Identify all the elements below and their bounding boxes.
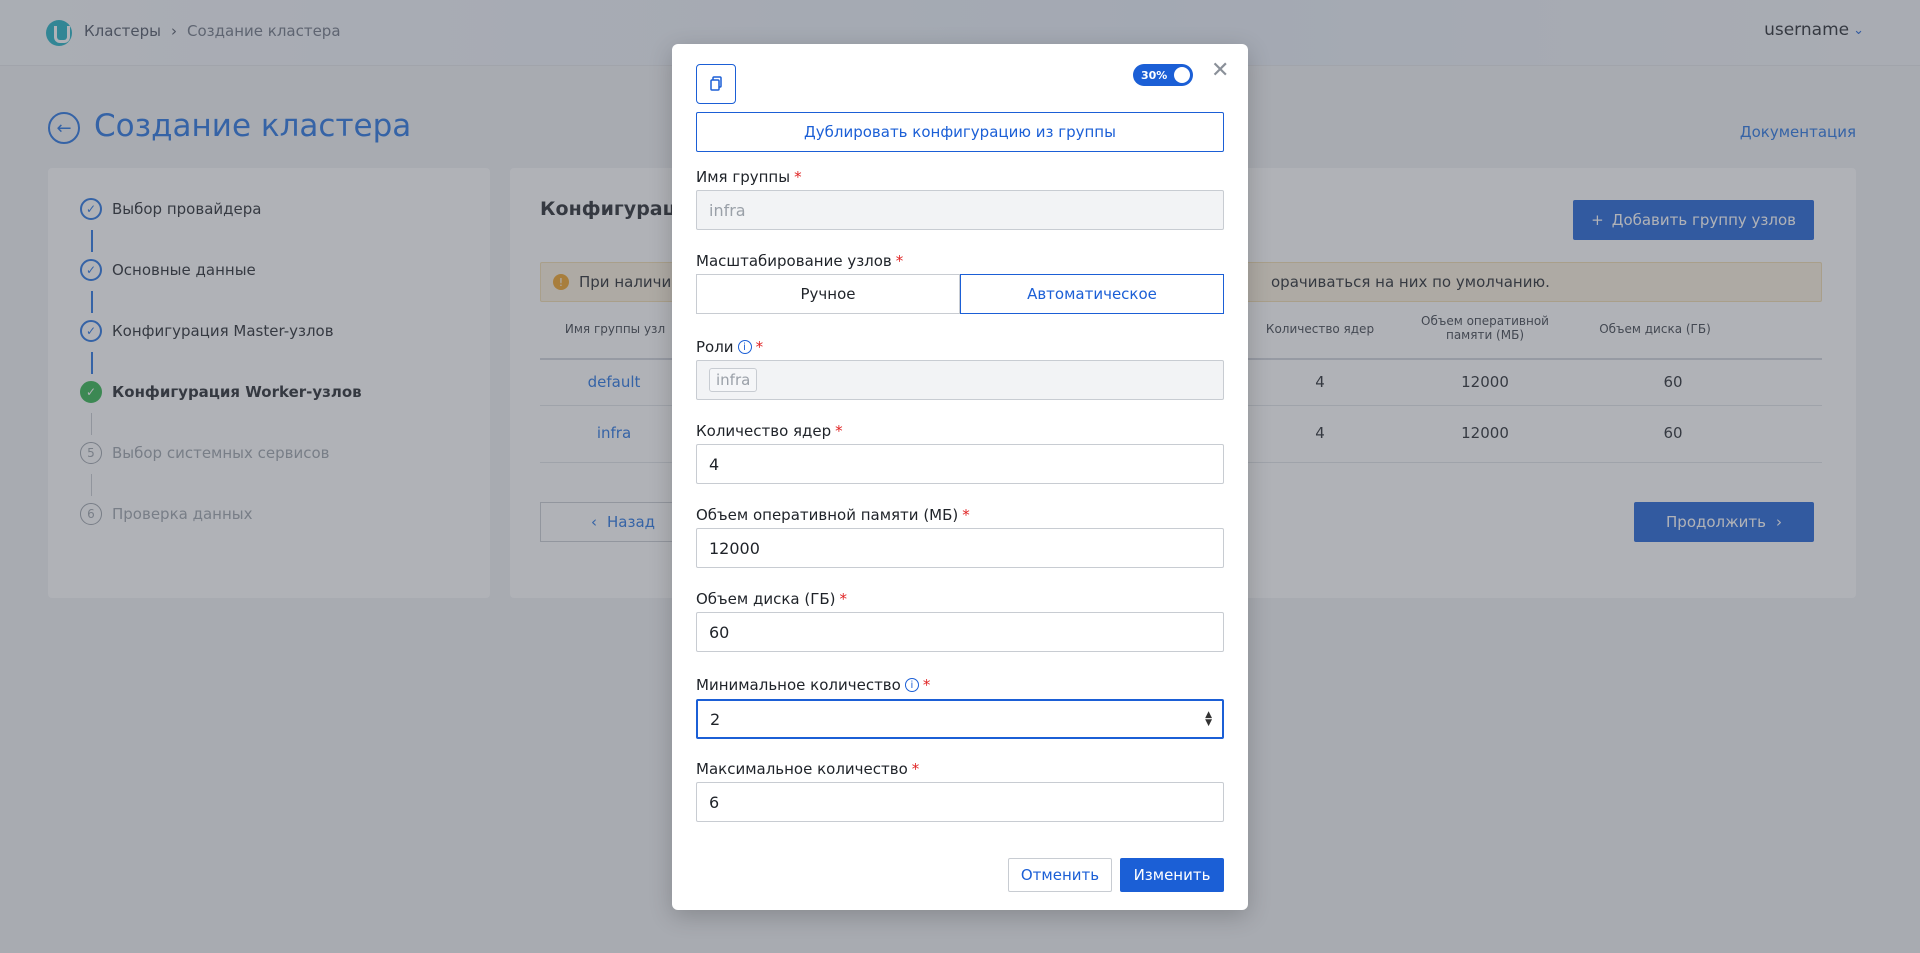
required-mark: * <box>962 506 970 524</box>
label-text: Имя группы <box>696 168 791 186</box>
toggle-knob <box>1174 67 1190 83</box>
number-stepper-icon[interactable]: ▲ ▼ <box>1205 711 1212 728</box>
close-icon[interactable]: ✕ <box>1211 58 1229 83</box>
ram-label: Объем оперативной памяти (МБ) * <box>696 506 970 524</box>
label-text: Максимальное количество <box>696 760 908 778</box>
required-mark: * <box>794 168 802 186</box>
edit-node-group-modal: 30% ✕ Дублировать конфигурацию из группы… <box>672 44 1248 910</box>
cores-label: Количество ядер * <box>696 422 843 440</box>
scaling-segmented-control: Ручное Автоматическое <box>696 274 1224 314</box>
info-icon[interactable]: i <box>737 340 752 354</box>
group-name-input: infra <box>696 190 1224 230</box>
scaling-manual-option[interactable]: Ручное <box>696 274 960 314</box>
min-count-value: 2 <box>710 709 721 729</box>
min-count-label: Минимальное количество i * <box>696 676 930 694</box>
label-text: Минимальное количество <box>696 676 901 694</box>
required-mark: * <box>911 760 920 778</box>
disk-input[interactable]: 60 <box>696 612 1224 652</box>
role-tag: infra <box>709 368 758 392</box>
roles-label: Роли i * <box>696 338 763 356</box>
required-mark: * <box>755 338 764 356</box>
duplicate-config-button[interactable]: Дублировать конфигурацию из группы <box>696 112 1224 152</box>
cores-input[interactable]: 4 <box>696 444 1224 484</box>
min-count-input[interactable]: 2 ▲ ▼ <box>696 699 1224 739</box>
label-text: Объем диска (ГБ) <box>696 590 836 608</box>
label-text: Количество ядер <box>696 422 832 440</box>
required-mark: * <box>835 422 843 440</box>
roles-input: infra <box>696 360 1224 400</box>
required-mark: * <box>895 252 904 270</box>
scaling-label: Масштабирование узлов * <box>696 252 903 270</box>
scaling-auto-option[interactable]: Автоматическое <box>960 274 1224 314</box>
opacity-toggle[interactable]: 30% <box>1133 64 1193 86</box>
disk-label: Объем диска (ГБ) * <box>696 590 847 608</box>
ram-input[interactable]: 12000 <box>696 528 1224 568</box>
label-text: Объем оперативной памяти (МБ) <box>696 506 959 524</box>
group-name-label: Имя группы * <box>696 168 802 186</box>
required-mark: * <box>839 590 848 608</box>
info-icon[interactable]: i <box>904 678 919 692</box>
label-text: Масштабирование узлов <box>696 252 892 270</box>
toggle-label: 30% <box>1141 68 1168 82</box>
label-text: Роли <box>696 338 734 356</box>
required-mark: * <box>922 676 931 694</box>
max-count-input[interactable]: 6 <box>696 782 1224 822</box>
copy-icon[interactable] <box>696 64 736 104</box>
max-count-label: Максимальное количество * <box>696 760 919 778</box>
cancel-button[interactable]: Отменить <box>1008 858 1112 892</box>
save-button[interactable]: Изменить <box>1120 858 1224 892</box>
